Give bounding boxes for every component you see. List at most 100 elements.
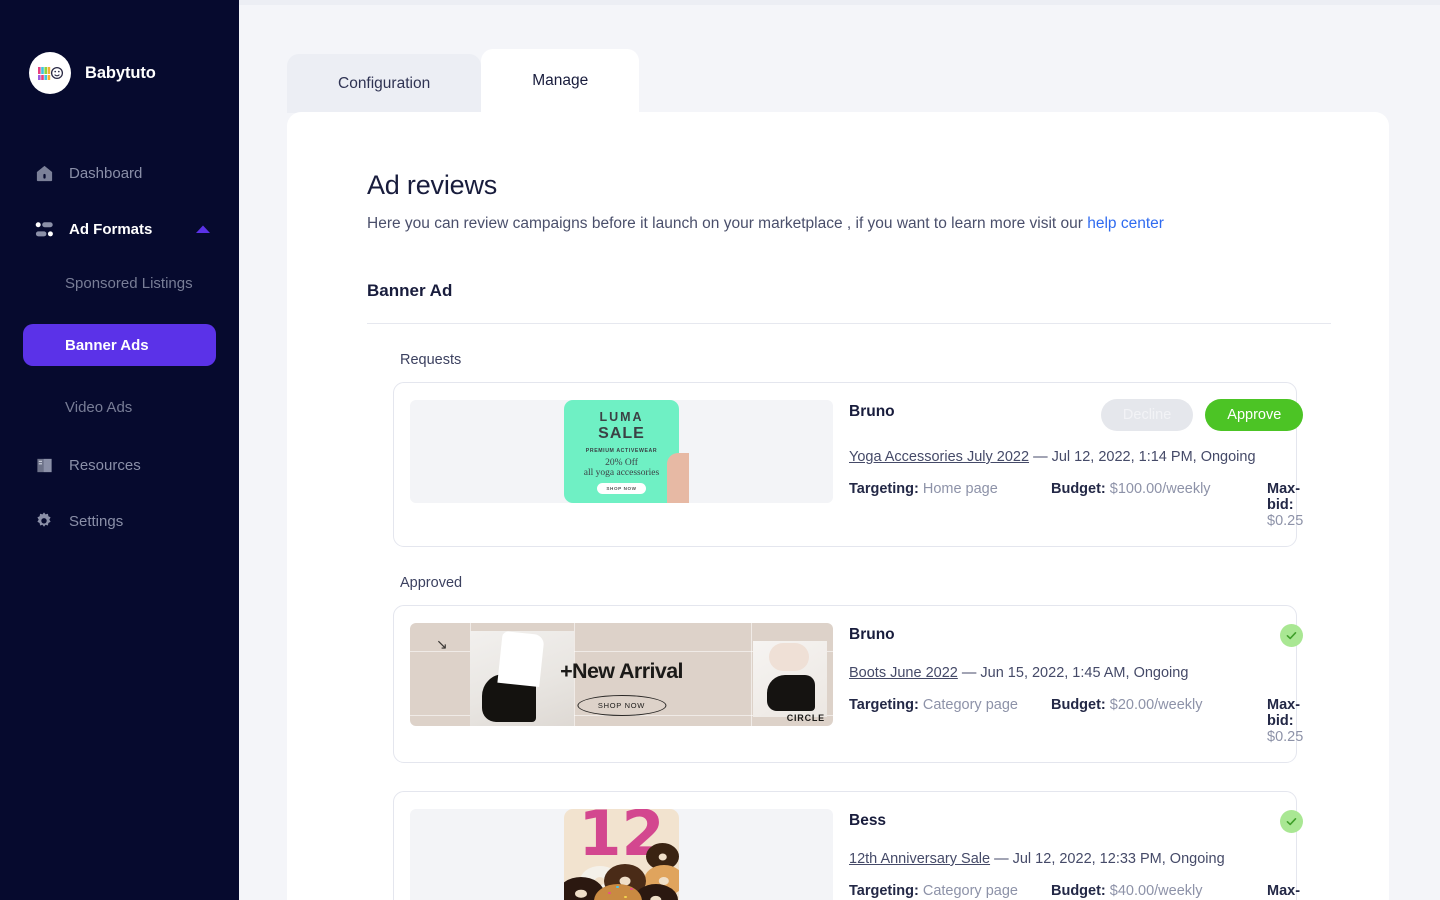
budget-value: $100.00/weekly	[1109, 481, 1211, 497]
page-title: Ad reviews	[367, 170, 498, 200]
maxbid-label: Max-bid:	[1267, 883, 1301, 900]
ad-thumbnail[interactable]: LUMA SALE PREMIUM ACTIVEWEAR 20% Off all…	[410, 400, 833, 503]
page-subtitle-text: Here you can review campaigns before it …	[367, 215, 1088, 232]
top-divider	[239, 0, 1440, 5]
tab-manage[interactable]: Manage	[481, 49, 640, 113]
book-icon	[33, 454, 55, 476]
tab-configuration[interactable]: Configuration	[287, 54, 482, 113]
meta-row: Targeting: Category page Budget: $40.00/…	[849, 883, 1303, 900]
approved-check-icon	[1280, 810, 1304, 833]
sidebar-item-label: Settings	[69, 512, 124, 530]
main-content: Configuration Manage Ad reviews Here you…	[239, 0, 1440, 900]
targeting-meta: Targeting: Category page	[849, 697, 1051, 713]
sidebar-lower-nav: Resources Settings	[0, 448, 239, 538]
page-subtitle: Here you can review campaigns before it …	[367, 215, 1331, 233]
gear-icon	[33, 510, 55, 532]
approve-button[interactable]: Approve	[1205, 399, 1304, 431]
campaign-line: 12th Anniversary Sale — Jul 12, 2022, 12…	[849, 851, 1303, 867]
sidebar-item-ad-formats[interactable]: Ad Formats	[0, 212, 239, 246]
sidebar-item-video-ads[interactable]: Video Ads	[0, 392, 239, 422]
targeting-value: Category page	[922, 697, 1018, 713]
sidebar-subitem-label: Banner Ads	[65, 336, 149, 354]
campaign-date: — Jul 12, 2022, 12:33 PM, Ongoing	[994, 851, 1225, 867]
sidebar-item-resources[interactable]: Resources	[0, 448, 239, 482]
sidebar-item-settings[interactable]: Settings	[0, 504, 239, 538]
campaign-date: — Jun 15, 2022, 1:45 AM, Ongoing	[961, 665, 1189, 681]
ad-approved-card: 12 Bess 12th Anniversary Sale — Jul 12, …	[393, 791, 1304, 900]
ad-approved-card: ↘ +New Arrival SHOP NOW CIRCLE Bruno Boo…	[393, 605, 1304, 763]
ad-details: Bruno Decline Approve Yoga Accessories J…	[849, 399, 1304, 529]
donut-anniversary-banner-art: 12	[564, 809, 679, 900]
maxbid-value: $0.25	[1267, 513, 1304, 529]
luma-shop-now-button: SHOP NOW	[597, 482, 646, 494]
tab-bar: Configuration Manage	[287, 49, 640, 113]
targeting-label: Targeting:	[849, 883, 919, 899]
maxbid-meta: Max-bid: $0.25	[1267, 481, 1303, 529]
advertiser-name: Bess	[849, 812, 887, 829]
luma-line-1: LUMA	[599, 409, 644, 424]
targeting-label: Targeting:	[849, 697, 919, 713]
content-card: Ad reviews Here you can review campaigns…	[287, 112, 1389, 900]
maxbid-label: Max-bid:	[1267, 697, 1301, 729]
maxbid-value: $0.25	[1267, 729, 1304, 745]
ad-details: Bruno Boots June 2022 — Jun 15, 2022, 1:…	[849, 623, 1304, 745]
budget-label: Budget:	[1051, 697, 1106, 713]
maxbid-meta: Max-bid: $0.45	[1267, 883, 1303, 900]
sidebar-item-banner-ads[interactable]: Banner Ads	[23, 324, 216, 366]
sidebar-subitem-label: Sponsored Listings	[65, 274, 193, 292]
budget-label: Budget:	[1051, 883, 1106, 899]
budget-meta: Budget: $20.00/weekly	[1051, 697, 1267, 713]
babytuto-logo-icon	[29, 52, 71, 94]
luma-sale-banner-art: LUMA SALE PREMIUM ACTIVEWEAR 20% Off all…	[564, 400, 689, 503]
new-arrival-banner-art: ↘ +New Arrival SHOP NOW CIRCLE	[410, 623, 833, 726]
budget-value: $20.00/weekly	[1109, 697, 1203, 713]
banner-cta: SHOP NOW	[576, 695, 667, 716]
meta-row: Targeting: Category page Budget: $20.00/…	[849, 697, 1303, 745]
help-center-link[interactable]: help center	[1087, 215, 1164, 232]
luma-line-4: 20% Off	[605, 457, 638, 468]
sidebar-item-sponsored-listings[interactable]: Sponsored Listings	[0, 268, 239, 298]
ad-request-card: LUMA SALE PREMIUM ACTIVEWEAR 20% Off all…	[393, 382, 1304, 547]
luma-line-5: all yoga accessories	[583, 467, 660, 478]
brand[interactable]: Babytuto	[0, 0, 239, 94]
budget-meta: Budget: $40.00/weekly	[1051, 883, 1267, 899]
group-label-requests: Requests	[400, 352, 462, 368]
luma-line-3: PREMIUM ACTIVEWEAR	[585, 447, 658, 454]
group-label-approved: Approved	[400, 575, 463, 591]
sidebar-item-label: Resources	[69, 456, 141, 474]
brand-name: Babytuto	[85, 63, 156, 82]
sidebar-nav: Dashboard Ad Formats Sponsored Listings …	[0, 156, 239, 538]
ad-thumbnail[interactable]: 12	[410, 809, 833, 900]
budget-meta: Budget: $100.00/weekly	[1051, 481, 1267, 497]
campaign-name-link[interactable]: 12th Anniversary Sale	[849, 851, 990, 867]
ad-formats-icon	[33, 218, 55, 240]
sidebar-subnav: Sponsored Listings Banner Ads Video Ads	[0, 268, 239, 422]
advertiser-name: Bruno	[849, 626, 895, 643]
home-icon	[33, 162, 55, 184]
tab-label: Manage	[532, 72, 589, 89]
ad-details: Bess 12th Anniversary Sale — Jul 12, 202…	[849, 809, 1304, 900]
banner-headline: +New Arrival	[560, 659, 683, 683]
campaign-line: Boots June 2022 — Jun 15, 2022, 1:45 AM,…	[849, 665, 1303, 681]
sidebar: Babytuto Dashboard Ad Formats Sponsored …	[0, 0, 239, 900]
targeting-value: Home page	[922, 481, 998, 497]
decline-button[interactable]: Decline	[1100, 399, 1194, 431]
campaign-name-link[interactable]: Boots June 2022	[849, 665, 958, 681]
campaign-name-link[interactable]: Yoga Accessories July 2022	[849, 449, 1029, 465]
chevron-up-icon[interactable]	[195, 224, 211, 234]
request-actions: Decline Approve	[1100, 399, 1304, 431]
sidebar-item-label: Ad Formats	[69, 220, 153, 238]
advertiser-name: Bruno	[849, 403, 895, 420]
targeting-meta: Targeting: Home page	[849, 481, 1051, 497]
maxbid-label: Max-bid:	[1267, 481, 1301, 513]
arrow-down-right-icon: ↘	[436, 636, 448, 652]
tab-label: Configuration	[338, 74, 431, 92]
ad-thumbnail[interactable]: ↘ +New Arrival SHOP NOW CIRCLE	[410, 623, 833, 726]
approved-check-icon	[1280, 624, 1304, 647]
targeting-value: Category page	[922, 883, 1018, 899]
sidebar-subitem-label: Video Ads	[65, 398, 133, 416]
banner-brand: CIRCLE	[786, 713, 825, 723]
targeting-meta: Targeting: Category page	[849, 883, 1051, 899]
section-title-banner-ad: Banner Ad	[367, 281, 1331, 324]
sidebar-item-dashboard[interactable]: Dashboard	[0, 156, 239, 190]
